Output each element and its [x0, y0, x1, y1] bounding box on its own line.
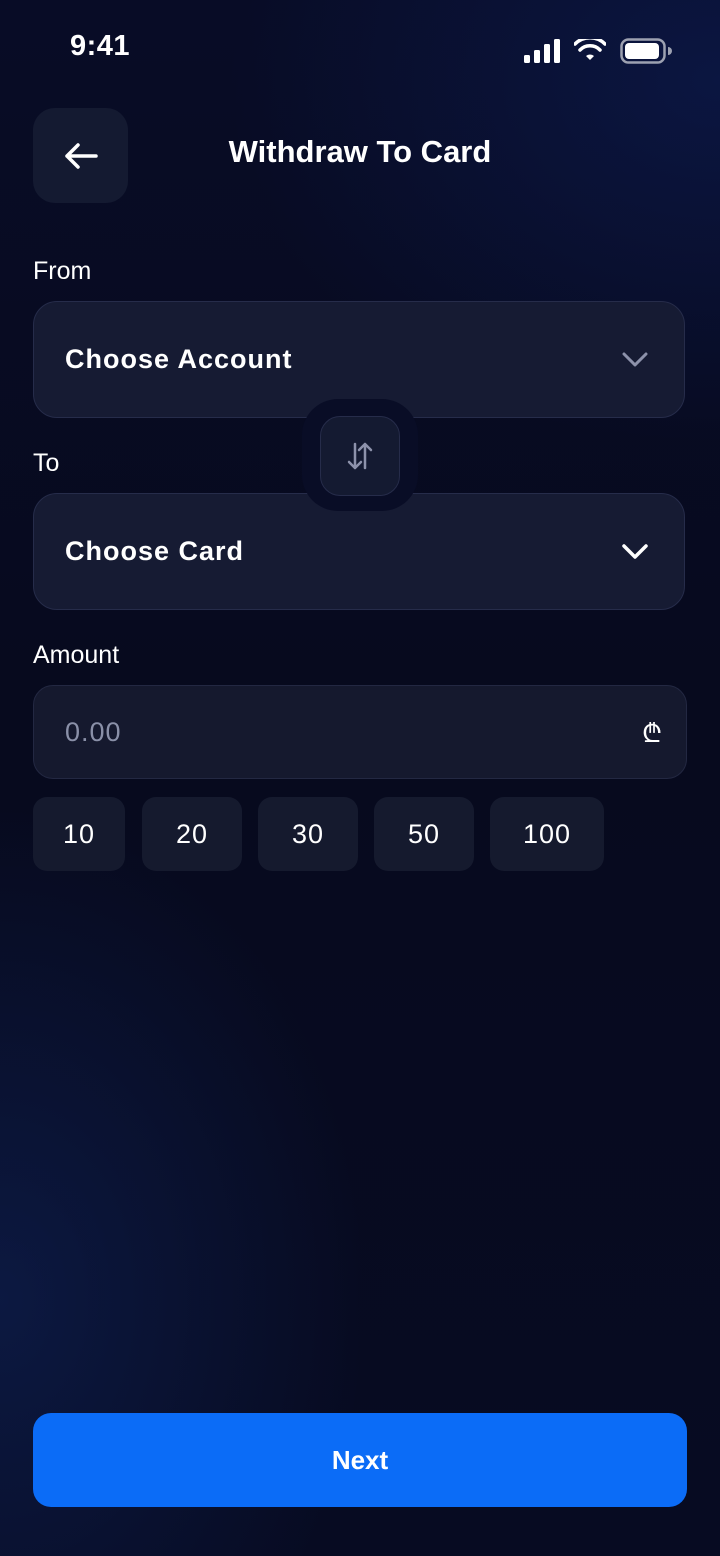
from-account-value: Choose Account — [65, 344, 293, 374]
currency-symbol: ₾ — [641, 718, 662, 748]
to-label: To — [33, 449, 60, 477]
amount-field[interactable]: ₾ — [33, 685, 687, 779]
quick-amount-10[interactable]: 10 — [33, 797, 125, 871]
amount-input[interactable] — [65, 716, 565, 748]
quick-amount-30[interactable]: 30 — [258, 797, 358, 871]
to-card-value: Choose Card — [65, 536, 245, 566]
page-title: Withdraw To Card — [228, 134, 492, 169]
swap-vertical-icon — [347, 442, 373, 470]
chevron-down-icon — [622, 352, 648, 366]
status-icons — [524, 38, 672, 64]
signal-icon — [524, 39, 560, 63]
quick-amount-50[interactable]: 50 — [374, 797, 474, 871]
from-label: From — [33, 257, 92, 285]
amount-label: Amount — [33, 641, 120, 669]
quick-amount-20[interactable]: 20 — [142, 797, 242, 871]
wifi-icon — [574, 39, 606, 60]
chevron-down-icon — [622, 543, 648, 559]
battery-icon — [620, 38, 672, 64]
status-time: 9:41 — [70, 30, 131, 62]
quick-amount-100[interactable]: 100 — [490, 797, 604, 871]
next-button[interactable]: Next — [33, 1413, 687, 1507]
swap-button[interactable] — [320, 416, 400, 496]
